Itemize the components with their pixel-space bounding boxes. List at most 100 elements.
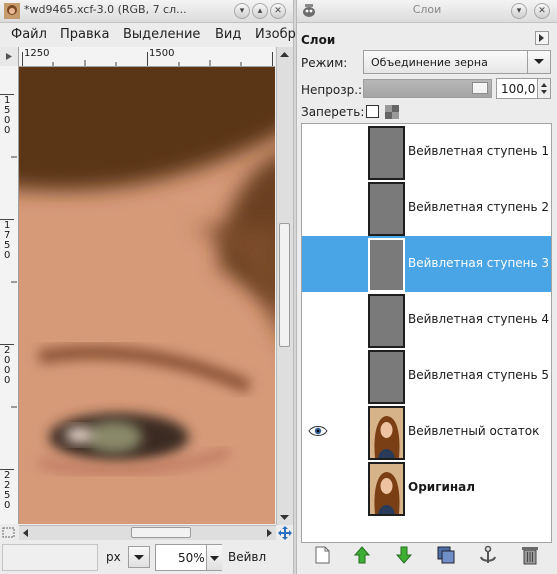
status-layer-text: Вейвл xyxy=(228,550,267,564)
image-window: *wd9465.xcf-3.0 (RGB, 7 сл... ▾ ▴ ✕ Файл… xyxy=(0,0,296,574)
visibility-eye-icon[interactable] xyxy=(308,480,328,494)
ruler-left-label: 1500 xyxy=(4,95,11,136)
lock-label: Запереть: xyxy=(301,105,365,119)
layer-name: Оригинал xyxy=(408,480,476,494)
chain-link-toggle[interactable] xyxy=(334,366,354,384)
chain-link-toggle[interactable] xyxy=(334,198,354,216)
chevron-down-icon xyxy=(210,556,219,561)
ruler-corner-button[interactable] xyxy=(0,47,19,67)
horizontal-ruler[interactable]: 1250 1500 xyxy=(19,47,275,67)
layer-thumbnail xyxy=(368,126,405,180)
menubar: Файл Правка Выделение Вид Изобр xyxy=(0,23,296,45)
chain-link-toggle[interactable] xyxy=(334,310,354,328)
layer-name: Вейвлетная ступень 4 xyxy=(408,312,550,326)
zoom-value: 50% xyxy=(178,551,205,565)
image-canvas[interactable] xyxy=(19,67,275,524)
lock-alpha-icon[interactable] xyxy=(385,105,399,119)
close-icon[interactable]: ✕ xyxy=(534,3,550,19)
lower-layer-icon[interactable] xyxy=(393,544,415,566)
visibility-eye-icon[interactable] xyxy=(308,200,328,214)
opacity-slider[interactable] xyxy=(363,79,492,98)
visibility-eye-icon[interactable] xyxy=(308,424,328,438)
opacity-spinbox[interactable]: 100,0 xyxy=(496,78,551,99)
unit-selector[interactable]: px xyxy=(101,544,151,571)
menu-edit[interactable]: Правка xyxy=(60,27,109,42)
ruler-left-label: 2000 xyxy=(4,345,11,386)
vertical-scrollbar[interactable] xyxy=(276,47,293,525)
close-icon[interactable]: ✕ xyxy=(270,3,286,19)
delete-layer-icon[interactable] xyxy=(519,544,541,566)
layer-row[interactable]: Вейвлетная ступень 5 xyxy=(302,348,551,404)
collapse-icon[interactable]: ▾ xyxy=(511,3,527,19)
layers-list[interactable]: Вейвлетная ступень 1 Вейвлетная ступень 2… xyxy=(301,123,552,543)
chain-link-toggle[interactable] xyxy=(334,478,354,496)
mode-select[interactable]: Объединение зерна xyxy=(363,50,551,74)
status-bar: px 50% Вейвл xyxy=(0,541,294,574)
scroll-down-arrow[interactable] xyxy=(277,511,292,525)
layers-dock-window: Слои ▾ ✕ Слои Режим: Объединение зерна Н… xyxy=(296,0,557,574)
gimp-image-icon xyxy=(4,3,20,19)
layer-thumbnail xyxy=(368,238,405,292)
zoom-combo[interactable]: 50% xyxy=(155,544,222,571)
scroll-right-arrow[interactable] xyxy=(262,526,276,540)
layer-thumbnail xyxy=(368,294,405,348)
menu-view[interactable]: Вид xyxy=(215,27,241,42)
chevron-down-icon xyxy=(534,59,544,64)
layer-row[interactable]: Вейвлетная ступень 4 xyxy=(302,292,551,348)
layer-row[interactable]: Вейвлетная ступень 1 xyxy=(302,124,551,180)
layer-row[interactable]: Вейвлетная ступень 3 xyxy=(302,236,551,292)
image-window-titlebar[interactable]: *wd9465.xcf-3.0 (RGB, 7 сл... ▾ ▴ ✕ xyxy=(0,0,293,23)
visibility-eye-icon[interactable] xyxy=(308,256,328,270)
opacity-slider-handle[interactable] xyxy=(472,82,488,94)
tab-menu-icon[interactable] xyxy=(535,31,549,45)
layer-row[interactable]: Вейвлетный остаток xyxy=(302,404,551,460)
horizontal-scroll-thumb[interactable] xyxy=(131,527,191,538)
anchor-layer-icon[interactable] xyxy=(477,544,499,566)
duplicate-layer-icon[interactable] xyxy=(435,544,457,566)
horizontal-scrollbar[interactable] xyxy=(19,525,276,540)
new-layer-icon[interactable] xyxy=(311,544,333,566)
layer-name: Вейвлетный остаток xyxy=(408,424,540,438)
scroll-left-arrow[interactable] xyxy=(19,526,33,540)
layer-thumbnail xyxy=(368,350,405,404)
ruler-left-label: 2250 xyxy=(4,470,11,511)
layer-name: Вейвлетная ступень 5 xyxy=(408,368,550,382)
chain-link-toggle[interactable] xyxy=(334,142,354,160)
layers-button-bar xyxy=(297,540,557,570)
chevron-down-icon xyxy=(134,555,144,560)
raise-layer-icon[interactable] xyxy=(351,544,373,566)
collapse-icon[interactable]: ▾ xyxy=(234,3,250,19)
layers-window-titlebar[interactable]: Слои ▾ ✕ xyxy=(297,0,557,23)
menu-select[interactable]: Выделение xyxy=(123,27,200,42)
mode-value: Объединение зерна xyxy=(371,56,488,69)
layer-row[interactable]: Вейвлетная ступень 2 xyxy=(302,180,551,236)
visibility-eye-icon[interactable] xyxy=(308,144,328,158)
layer-name: Вейвлетная ступень 1 xyxy=(408,144,550,158)
vertical-scroll-thumb[interactable] xyxy=(279,223,290,347)
layer-row[interactable]: Оригинал xyxy=(302,460,551,516)
vertical-ruler[interactable]: 1500 1750 2000 2250 xyxy=(0,66,19,524)
dock-tab-label: Слои xyxy=(301,33,336,47)
layer-thumbnail xyxy=(368,406,405,460)
unit-value: px xyxy=(106,550,121,564)
chain-link-toggle[interactable] xyxy=(334,422,354,440)
portrait-image xyxy=(19,67,275,524)
maximize-icon[interactable]: ▴ xyxy=(252,3,268,19)
lock-pixels-checkbox[interactable] xyxy=(366,105,379,118)
ruler-top-label: 1500 xyxy=(149,48,175,59)
chain-link-toggle[interactable] xyxy=(334,254,354,272)
scroll-up-arrow[interactable] xyxy=(277,47,292,61)
layer-name: Вейвлетная ступень 2 xyxy=(408,200,550,214)
quick-mask-toggle[interactable] xyxy=(0,525,18,540)
pointer-coordinates xyxy=(2,544,98,571)
ruler-top-label: 1250 xyxy=(24,48,50,59)
dock-tab-header: Слои xyxy=(297,31,557,49)
visibility-eye-icon[interactable] xyxy=(308,312,328,326)
layer-name: Вейвлетная ступень 3 xyxy=(408,256,550,270)
layer-thumbnail xyxy=(368,462,405,516)
opacity-label: Непрозр.: xyxy=(301,83,363,97)
navigate-icon[interactable] xyxy=(277,525,293,541)
visibility-eye-icon[interactable] xyxy=(308,368,328,382)
menu-file[interactable]: Файл xyxy=(11,27,47,42)
menu-image[interactable]: Изобр xyxy=(255,27,296,42)
